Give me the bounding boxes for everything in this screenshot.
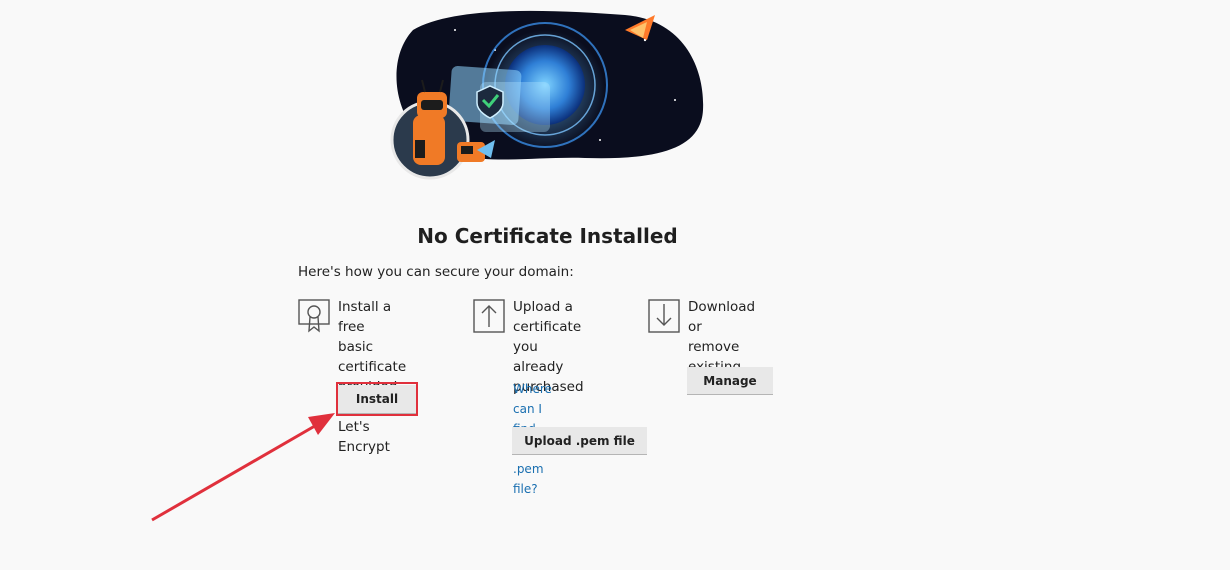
manage-button[interactable]: Manage <box>687 367 773 395</box>
upload-arrow-icon <box>473 299 505 333</box>
intro-text: Here's how you can secure your domain: <box>298 264 574 280</box>
upload-pem-button[interactable]: Upload .pem file <box>512 427 647 455</box>
page-title: No Certificate Installed <box>417 224 678 248</box>
annotation-arrow <box>151 413 335 522</box>
download-arrow-icon <box>648 299 680 333</box>
empty-state-panel: No Certificate Installed Here's how you … <box>0 0 1230 570</box>
space-robot-illustration <box>390 10 704 180</box>
certificate-ribbon-icon <box>298 299 330 333</box>
